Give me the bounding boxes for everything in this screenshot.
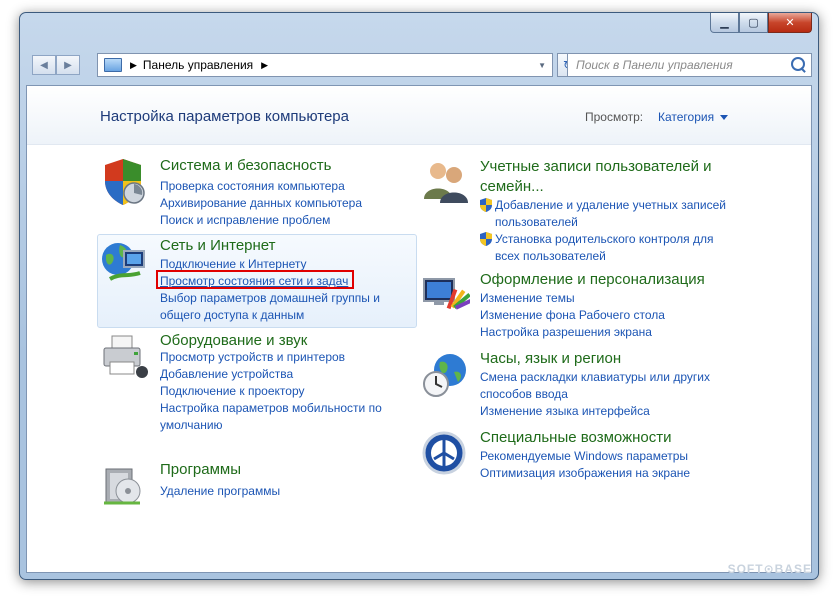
window-controls: ▁ ▢ ✕ [710,13,812,33]
address-dropdown-icon[interactable]: ▼ [538,61,546,70]
category-hardware-sound: Оборудование и звук Просмотр устройств и… [100,332,400,432]
link-parental-controls[interactable]: Установка родительского контроля для все… [495,231,740,265]
category-programs: Программы Удаление программы [100,461,400,521]
programs-box-icon[interactable] [100,461,150,511]
uac-link-row: Установка родительского контроля для все… [480,231,740,265]
header-band: Настройка параметров компьютера Просмотр… [27,86,811,145]
search-box[interactable] [567,53,812,77]
maximize-button[interactable]: ▢ [739,13,768,33]
clock-globe-icon[interactable] [420,350,470,400]
network-globe-icon[interactable] [100,237,150,287]
link-check-status[interactable]: Проверка состояния компьютера [160,178,362,195]
link-uninstall-program[interactable]: Удаление программы [160,483,280,500]
category-system-security: Система и безопасность Проверка состояни… [100,157,400,232]
display-personalization-icon[interactable] [420,271,470,321]
link-change-background[interactable]: Изменение фона Рабочего стола [480,307,665,324]
category-clock-region: Часы, язык и регион Смена раскладки клав… [420,350,740,425]
category-title[interactable]: Сеть и Интернет [160,237,276,254]
category-appearance: Оформление и персонализация Изменение те… [420,271,740,346]
minimize-button[interactable]: ▁ [710,13,739,33]
link-change-keyboard[interactable]: Смена раскладки клавиатуры или других сп… [480,369,720,403]
link-screen-resolution[interactable]: Настройка разрешения экрана [480,324,665,341]
link-backup[interactable]: Архивирование данных компьютера [160,195,362,212]
link-optimize-display[interactable]: Оптимизация изображения на экране [480,465,690,482]
link-add-remove-accounts[interactable]: Добавление и удаление учетных записей по… [495,197,740,231]
category-links: Добавление и удаление учетных записей по… [480,197,740,265]
link-homegroup[interactable]: Выбор параметров домашней группы и общег… [160,290,400,324]
users-icon[interactable] [420,157,470,207]
category-title[interactable]: Специальные возможности [480,429,672,446]
category-links: Подключение к Интернету Просмотр состоян… [160,256,400,324]
link-add-device[interactable]: Добавление устройства [160,366,400,383]
breadcrumb-chevron-icon[interactable]: ▶ [261,60,268,71]
view-mode-value[interactable]: Категория [658,110,714,124]
uac-shield-icon [480,198,492,212]
category-ease-of-access: Специальные возможности Рекомендуемые Wi… [420,429,740,489]
view-mode-dropdown[interactable]: Категория [658,110,729,124]
forward-button[interactable]: ▶ [56,55,80,75]
back-button[interactable]: ◀ [32,55,56,75]
category-links: Проверка состояния компьютера Архивирова… [160,178,362,229]
category-title[interactable]: Часы, язык и регион [480,350,621,367]
category-title[interactable]: Программы [160,461,241,478]
security-shield-icon[interactable] [100,157,150,207]
link-troubleshoot[interactable]: Поиск и исправление проблем [160,212,362,229]
watermark: SOFT⊙BASE [727,562,812,576]
link-recommended-settings[interactable]: Рекомендуемые Windows параметры [480,448,690,465]
printer-icon[interactable] [100,332,150,382]
link-mobility-settings[interactable]: Настройка параметров мобильности по умол… [160,400,400,434]
search-icon[interactable] [791,57,805,71]
view-label: Просмотр: [585,110,644,124]
uac-link-row: Добавление и удаление учетных записей по… [480,197,740,231]
control-panel-icon [104,58,122,72]
link-change-language[interactable]: Изменение языка интерфейса [480,403,720,420]
close-button[interactable]: ✕ [768,13,812,33]
address-bar[interactable]: ▶ Панель управления ▶ ▼ [97,53,553,77]
link-connect-projector[interactable]: Подключение к проектору [160,383,400,400]
category-title[interactable]: Учетные записи пользователей и семейн... [480,157,730,197]
control-panel-window: ▁ ▢ ✕ ◀ ▶ ▶ Панель управления ▶ ▼ ↻ Наст… [19,12,819,580]
category-title[interactable]: Оборудование и звук [160,332,307,349]
content-area: Настройка параметров компьютера Просмотр… [26,85,812,573]
category-links: Изменение темы Изменение фона Рабочего с… [480,290,665,341]
chevron-down-icon[interactable] [720,115,729,121]
ease-of-access-icon[interactable] [420,429,470,479]
highlight-box [156,270,354,289]
uac-shield-icon [480,232,492,246]
category-links: Просмотр устройств и принтеров Добавлени… [160,349,400,434]
page-title: Настройка параметров компьютера [100,108,349,125]
category-title[interactable]: Система и безопасность [160,157,331,174]
link-change-theme[interactable]: Изменение темы [480,290,665,307]
breadcrumb-control-panel[interactable]: Панель управления [143,58,253,72]
search-input[interactable] [574,57,788,73]
category-links: Смена раскладки клавиатуры или других сп… [480,369,720,420]
category-links: Рекомендуемые Windows параметры Оптимиза… [480,448,690,482]
breadcrumb-separator-icon[interactable]: ▶ [130,60,137,71]
category-user-accounts: Учетные записи пользователей и семейн...… [420,157,740,272]
link-devices-printers[interactable]: Просмотр устройств и принтеров [160,349,400,366]
category-title[interactable]: Оформление и персонализация [480,271,705,288]
category-links: Удаление программы [160,483,280,500]
